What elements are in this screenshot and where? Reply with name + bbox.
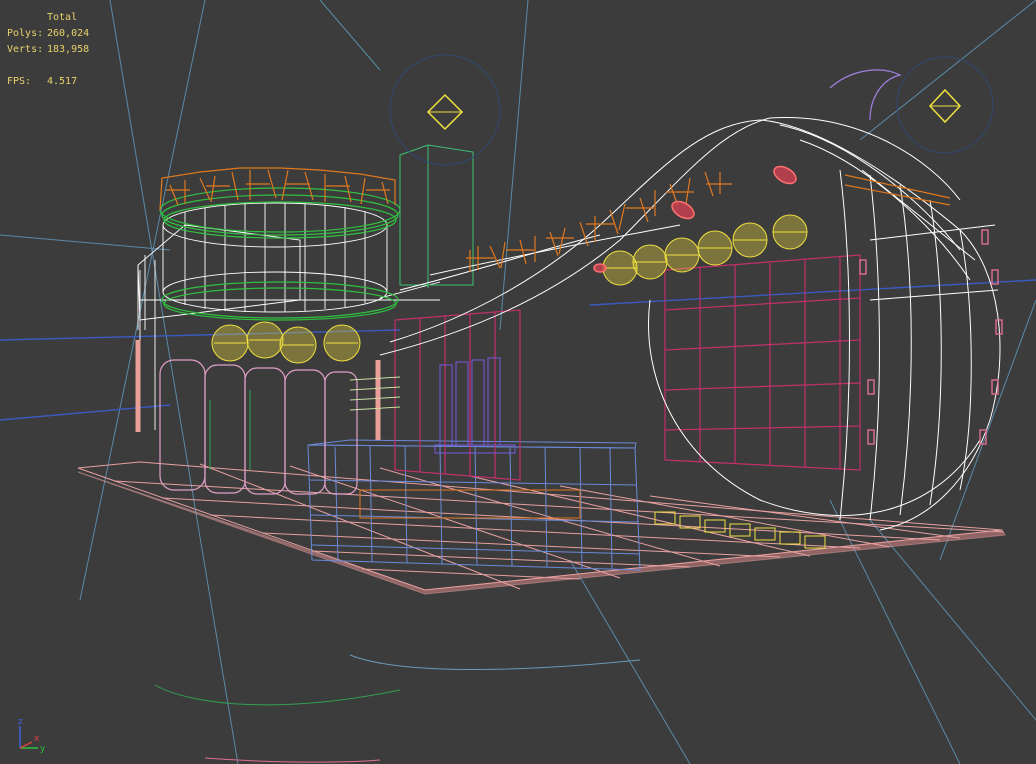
verts-value: 183,958 [47,44,90,55]
verts-label: Verts: [7,44,44,55]
arch-vents [859,229,1003,445]
wireframe-scene[interactable]: z x y [0,0,1036,764]
light-gizmos [389,54,994,166]
axis-z-label: z [18,717,23,727]
stats-spacer [7,58,89,74]
polys-stat: Polys: 260,024 [7,26,89,42]
3d-viewport[interactable]: z x y Total Polys: 260,024 Verts: 183,958 … [0,0,1036,764]
stats-header: Total [47,12,78,23]
reception-counter [307,439,641,571]
right-lanterns [602,214,808,286]
fps-label: FPS: [7,76,32,87]
verts-stat: Verts: 183,958 [7,42,89,58]
left-lanterns [211,321,361,364]
left-sign [159,167,396,211]
fps-stat: FPS: 4.517 [7,74,89,90]
viewport-statistics: Total Polys: 260,024 Verts: 183,958 FPS: 4.… [7,10,89,90]
info-boards [209,376,401,470]
ground-arcs [154,654,641,763]
polys-label: Polys: [7,28,44,39]
display-stands [434,357,516,454]
fps-value: 4.517 [47,76,78,87]
axis-y-label: y [40,744,46,754]
polys-value: 260,024 [47,28,90,39]
floor-grid [77,461,1006,595]
center-tower [399,144,474,288]
axis-x-label: x [34,734,40,744]
